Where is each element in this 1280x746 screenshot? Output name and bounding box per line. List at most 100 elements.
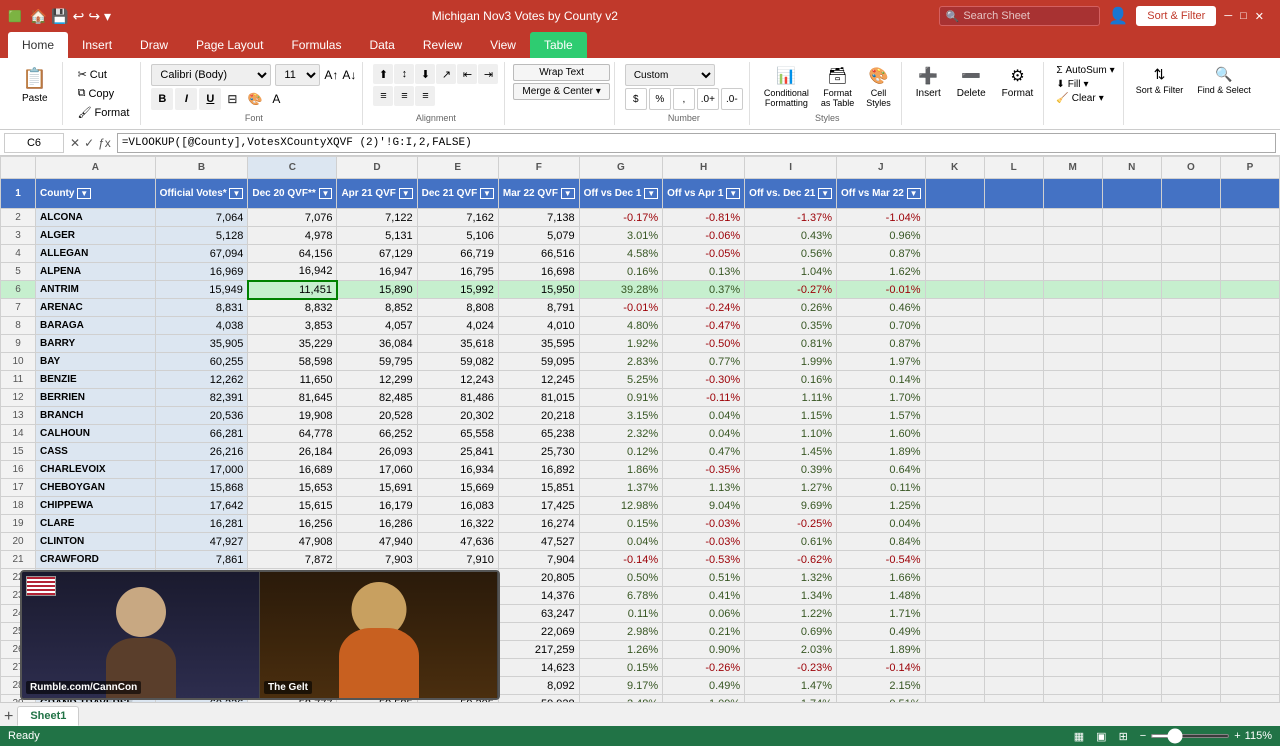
off-dec1-cell[interactable]: -0.17% (579, 209, 663, 227)
county-cell[interactable]: BARAGA (36, 317, 156, 335)
off-dec1-cell[interactable]: 2.98% (579, 623, 663, 641)
table-row[interactable]: 9 BARRY 35,905 35,229 36,084 35,618 35,5… (1, 335, 1280, 353)
off-dec1-cell[interactable]: 0.91% (579, 389, 663, 407)
col-header-B[interactable]: B (155, 157, 248, 179)
official-votes-cell[interactable]: 8,831 (155, 299, 248, 317)
off-dec21-cell[interactable]: 9.69% (745, 497, 837, 515)
county-cell[interactable]: ANTRIM (36, 281, 156, 299)
mar22-cell[interactable]: 14,623 (498, 659, 579, 677)
county-cell[interactable]: CASS (36, 443, 156, 461)
dec21-cell[interactable]: 20,302 (417, 407, 498, 425)
off-dec21-cell[interactable]: 1.47% (745, 677, 837, 695)
off-dec21-cell[interactable]: 0.69% (745, 623, 837, 641)
apr21-cell[interactable]: 36,084 (337, 335, 417, 353)
off-mar22-cell[interactable]: 1.62% (837, 263, 926, 281)
col-header-D[interactable]: D (337, 157, 417, 179)
off-dec1-cell[interactable]: 0.12% (579, 443, 663, 461)
mar22-cell[interactable]: 12,245 (498, 371, 579, 389)
off-mar22-cell[interactable]: -1.04% (837, 209, 926, 227)
off-dec1-cell[interactable]: 39.28% (579, 281, 663, 299)
off-dec21-cell[interactable]: -0.23% (745, 659, 837, 677)
cell-styles-button[interactable]: 🎨 CellStyles (862, 64, 895, 110)
off-dec1-cell[interactable]: 2.48% (579, 695, 663, 703)
dec20-cell[interactable]: 58,598 (248, 353, 337, 371)
dec21-cell[interactable]: 16,322 (417, 515, 498, 533)
table-row[interactable]: 8 BARAGA 4,038 3,853 4,057 4,024 4,010 4… (1, 317, 1280, 335)
dec20-cell[interactable]: 16,942 (248, 263, 337, 281)
dec21-cell[interactable]: 65,558 (417, 425, 498, 443)
official-votes-cell[interactable]: 16,969 (155, 263, 248, 281)
off-dec21-cell[interactable]: 1.15% (745, 407, 837, 425)
table-row[interactable]: 13 BRANCH 20,536 19,908 20,528 20,302 20… (1, 407, 1280, 425)
apr21-cell[interactable]: 16,286 (337, 515, 417, 533)
county-cell[interactable]: CLINTON (36, 533, 156, 551)
paste-button[interactable]: 📋 Paste (16, 64, 54, 106)
off-mar22-cell[interactable]: 1.57% (837, 407, 926, 425)
off-apr1-cell[interactable]: 0.06% (663, 605, 745, 623)
table-row[interactable]: 19 CLARE 16,281 16,256 16,286 16,322 16,… (1, 515, 1280, 533)
off-mar22-cell[interactable]: 1.89% (837, 641, 926, 659)
table-row[interactable]: 15 CASS 26,216 26,184 26,093 25,841 25,7… (1, 443, 1280, 461)
mar22-cell[interactable]: 66,516 (498, 245, 579, 263)
delete-button[interactable]: ➖ Delete (953, 64, 990, 123)
off-apr1-cell[interactable]: 0.49% (663, 677, 745, 695)
official-votes-cell[interactable]: 82,391 (155, 389, 248, 407)
off-mar22-cell[interactable]: 0.87% (837, 335, 926, 353)
text-direction-button[interactable]: ↗ (436, 64, 456, 84)
zoom-in-button[interactable]: + (1234, 730, 1240, 742)
off-apr1-cell[interactable]: -0.30% (663, 371, 745, 389)
official-votes-cell[interactable]: 12,262 (155, 371, 248, 389)
county-cell[interactable]: BAY (36, 353, 156, 371)
table-row[interactable]: 4 ALLEGAN 67,094 64,156 67,129 66,719 66… (1, 245, 1280, 263)
sort-filter-button[interactable]: ⇅ Sort & Filter (1132, 64, 1188, 123)
normal-view-icon[interactable]: ▦ (1074, 730, 1084, 743)
mar22-cell[interactable]: 8,791 (498, 299, 579, 317)
off-dec21-cell[interactable]: 1.04% (745, 263, 837, 281)
official-votes-cell[interactable]: 66,281 (155, 425, 248, 443)
tab-page-layout[interactable]: Page Layout (182, 32, 277, 58)
table-row[interactable]: 14 CALHOUN 66,281 64,778 66,252 65,558 6… (1, 425, 1280, 443)
format-as-table-button[interactable]: 🗃 Formatas Table (817, 64, 858, 110)
dec20-cell[interactable]: 7,872 (248, 551, 337, 569)
off-dec1-cell[interactable]: -0.01% (579, 299, 663, 317)
off-mar22-cell[interactable]: 1.48% (837, 587, 926, 605)
mar22-cell[interactable]: 81,015 (498, 389, 579, 407)
search-input[interactable] (963, 10, 1093, 22)
apr21-cell[interactable]: 16,179 (337, 497, 417, 515)
dec21-cell[interactable]: 16,934 (417, 461, 498, 479)
border-icon[interactable]: ⊟ (223, 90, 241, 108)
off-dec1-cell[interactable]: 1.26% (579, 641, 663, 659)
off-mar22-cell[interactable]: 1.89% (837, 443, 926, 461)
dec20-cell[interactable]: 47,908 (248, 533, 337, 551)
dec21-cell[interactable]: 7,162 (417, 209, 498, 227)
dec20-cell[interactable]: 19,908 (248, 407, 337, 425)
off-dec21-cell[interactable]: 0.61% (745, 533, 837, 551)
table-row[interactable]: 20 CLINTON 47,927 47,908 47,940 47,636 4… (1, 533, 1280, 551)
increase-decimal-button[interactable]: .0+ (697, 88, 719, 110)
dec20-cell[interactable]: 16,256 (248, 515, 337, 533)
maximize-icon[interactable]: □ (1240, 10, 1247, 22)
off-dec1-cell[interactable]: 9.17% (579, 677, 663, 695)
mar22-cell[interactable]: 59,928 (498, 695, 579, 703)
off-mar22-cell[interactable]: 0.51% (837, 695, 926, 703)
off-dec1-cell[interactable]: 5.25% (579, 371, 663, 389)
dec20-cell[interactable]: 8,832 (248, 299, 337, 317)
off-dec21-cell[interactable]: -0.62% (745, 551, 837, 569)
off-mar22-cell[interactable]: 0.96% (837, 227, 926, 245)
county-cell[interactable]: BENZIE (36, 371, 156, 389)
off-dec1-cell[interactable]: 0.04% (579, 533, 663, 551)
mar22-cell[interactable]: 22,069 (498, 623, 579, 641)
apr21-cell[interactable]: 67,129 (337, 245, 417, 263)
underline-button[interactable]: U (199, 88, 221, 110)
dec20-cell[interactable]: 35,229 (248, 335, 337, 353)
off-mar22-cell[interactable]: 1.60% (837, 425, 926, 443)
zoom-out-button[interactable]: − (1140, 730, 1146, 742)
mar22-cell[interactable]: 15,851 (498, 479, 579, 497)
col-header-G[interactable]: G (579, 157, 663, 179)
decrease-decimal-button[interactable]: .0- (721, 88, 743, 110)
table-row[interactable]: 16 CHARLEVOIX 17,000 16,689 17,060 16,93… (1, 461, 1280, 479)
table-row[interactable]: 6 ANTRIM 15,949 11,451 15,890 15,992 15,… (1, 281, 1280, 299)
county-cell[interactable]: BERRIEN (36, 389, 156, 407)
table-row[interactable]: 7 ARENAC 8,831 8,832 8,852 8,808 8,791 -… (1, 299, 1280, 317)
indent-decrease-button[interactable]: ⇤ (457, 64, 477, 84)
